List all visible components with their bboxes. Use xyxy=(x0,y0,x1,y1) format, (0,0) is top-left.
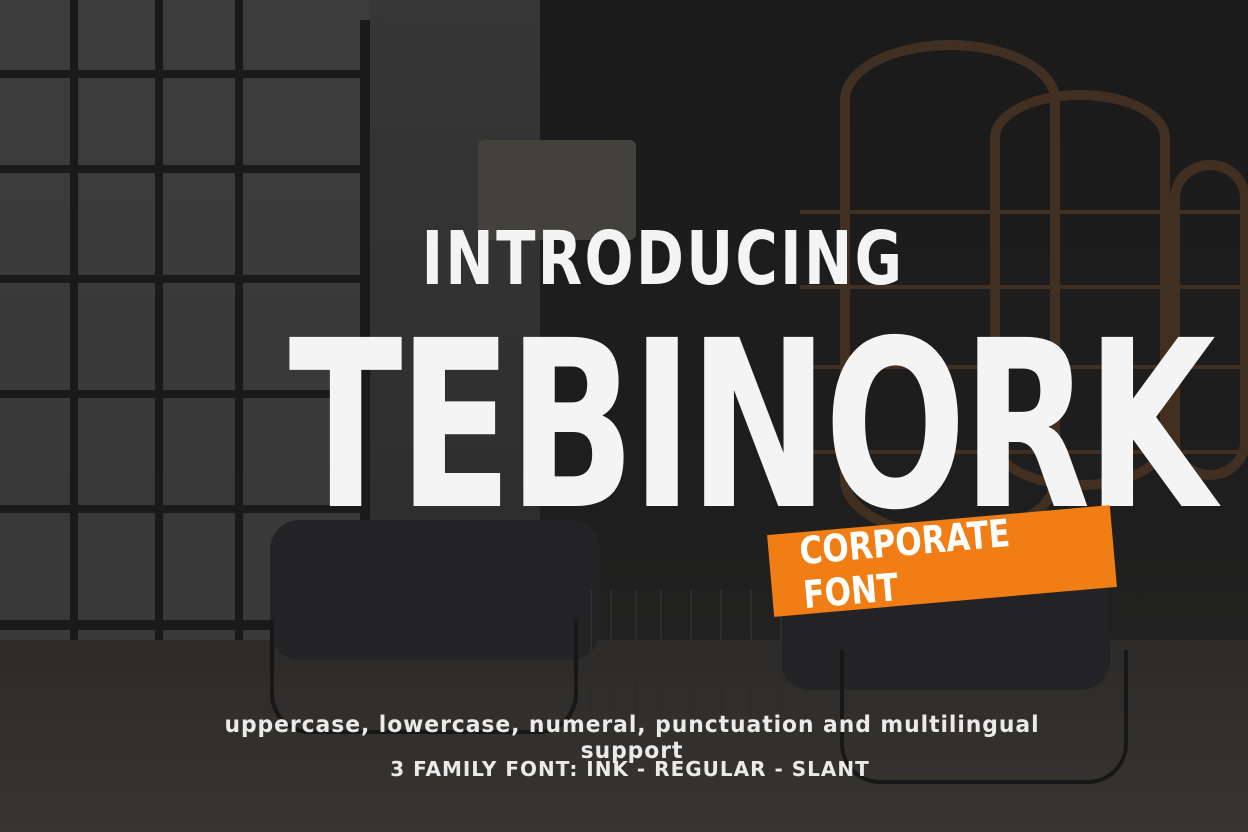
font-name-title: TEBINORK xyxy=(288,291,1216,561)
intro-heading: INTRODUCING xyxy=(421,216,905,302)
families-line: 3 FAMILY FONT: INK - REGULAR - SLANT xyxy=(390,757,870,781)
promo-banner: INTRODUCING TEBINORK CORPORATE FONT uppe… xyxy=(0,0,1248,832)
